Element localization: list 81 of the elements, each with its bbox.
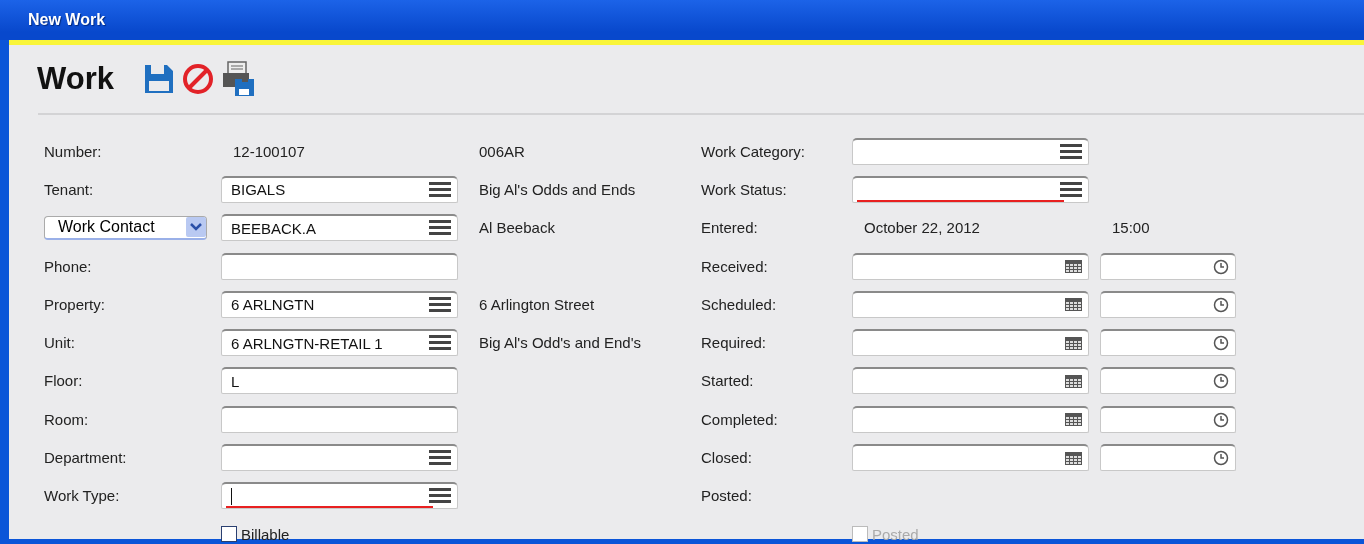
description-text: 6 Arlington Street — [479, 295, 596, 313]
list-icon[interactable] — [429, 295, 451, 314]
field-label: Unit: — [44, 334, 76, 352]
field-label: Posted: — [701, 487, 753, 505]
input-field[interactable] — [221, 252, 458, 280]
time-field[interactable] — [1100, 329, 1236, 357]
time-field[interactable] — [1100, 367, 1236, 395]
description-text: Big Al's Odds and Ends — [479, 180, 637, 198]
calendar-icon[interactable] — [1065, 374, 1082, 388]
text-cursor — [231, 487, 232, 505]
list-icon[interactable] — [429, 180, 451, 199]
field-label: Started: — [701, 372, 755, 390]
list-icon[interactable] — [429, 449, 451, 467]
lookup-field[interactable]: BEEBACK.A — [221, 214, 458, 242]
field-label: Closed: — [701, 449, 753, 466]
field-label: Work Status: — [701, 180, 788, 198]
cancel-icon[interactable] — [181, 63, 214, 95]
checkbox-label: Billable — [241, 525, 290, 543]
field-label: Work Category: — [701, 142, 806, 160]
field-label: Phone: — [44, 257, 93, 275]
field-label: Property: — [44, 295, 106, 313]
clock-icon[interactable] — [1213, 373, 1229, 390]
list-icon[interactable] — [429, 334, 451, 353]
list-icon[interactable] — [429, 219, 451, 238]
lookup-field[interactable]: BIGALS — [221, 175, 458, 203]
field-label: Floor: — [44, 372, 84, 390]
print-icon[interactable] — [221, 61, 256, 97]
date-field[interactable] — [852, 290, 1089, 318]
field-label: Work Type: — [44, 487, 121, 505]
field-label: Tenant: — [44, 180, 95, 198]
date-field[interactable] — [852, 444, 1089, 471]
calendar-icon[interactable] — [1065, 260, 1082, 274]
calendar-icon[interactable] — [1065, 336, 1082, 350]
description-text: Big Al's Odd's and End's — [479, 334, 643, 352]
clock-icon[interactable] — [1213, 450, 1229, 466]
field-label: Entered: — [701, 219, 759, 237]
calendar-icon[interactable] — [1065, 413, 1082, 427]
lookup-field[interactable] — [221, 444, 458, 471]
lookup-field[interactable] — [221, 482, 458, 510]
calendar-icon[interactable] — [1065, 451, 1082, 465]
list-icon[interactable] — [1060, 180, 1082, 199]
field-label: Number: — [44, 142, 103, 160]
field-value: 12-100107 — [232, 142, 306, 160]
lookup-field[interactable]: 6 ARLNGTN-RETAIL 1 — [221, 329, 458, 357]
chevron-down-icon — [186, 217, 206, 238]
time-value: 15:00 — [1111, 219, 1151, 237]
input-field[interactable] — [221, 405, 458, 433]
list-icon[interactable] — [1060, 142, 1082, 161]
field-label: Department: — [44, 449, 128, 466]
clock-icon[interactable] — [1213, 296, 1229, 313]
date-field[interactable] — [852, 329, 1089, 357]
field-label: Completed: — [701, 410, 779, 428]
time-field[interactable] — [1100, 290, 1236, 318]
lookup-field[interactable] — [852, 137, 1089, 165]
description-text: 006AR — [479, 142, 526, 160]
time-field[interactable] — [1100, 405, 1236, 433]
list-icon[interactable] — [429, 487, 451, 506]
clock-icon[interactable] — [1213, 411, 1229, 428]
date-field[interactable] — [852, 367, 1089, 395]
field-label: Required: — [701, 334, 768, 352]
contact-dropdown[interactable]: Work Contact — [44, 215, 207, 240]
field-value: October 22, 2012 — [863, 219, 981, 237]
calendar-icon[interactable] — [1065, 298, 1082, 312]
lookup-field[interactable]: 6 ARLNGTN — [221, 290, 458, 318]
date-field[interactable] — [852, 252, 1089, 280]
checkbox[interactable] — [221, 526, 237, 543]
clock-icon[interactable] — [1213, 258, 1229, 275]
time-field[interactable] — [1100, 252, 1236, 280]
page-title: Work — [37, 61, 114, 97]
clock-icon[interactable] — [1213, 335, 1229, 352]
window-title: New Work — [28, 11, 106, 29]
lookup-field[interactable] — [852, 175, 1089, 203]
field-label: Received: — [701, 257, 769, 275]
checkbox-label: Posted — [872, 525, 919, 543]
input-field[interactable]: L — [221, 367, 458, 395]
field-label: Scheduled: — [701, 295, 778, 313]
save-icon[interactable] — [143, 64, 174, 94]
field-label: Room: — [44, 410, 90, 428]
date-field[interactable] — [852, 405, 1089, 433]
time-field[interactable] — [1100, 444, 1236, 471]
description-text: Al Beeback — [479, 219, 556, 237]
